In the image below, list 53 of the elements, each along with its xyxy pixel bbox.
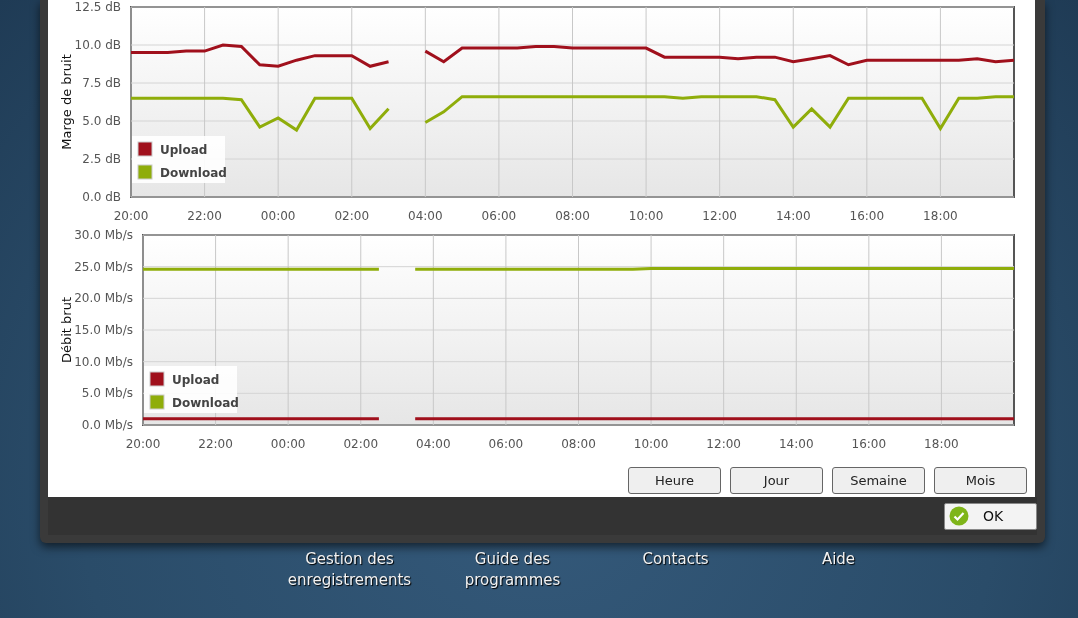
nav-link[interactable]: Contacts xyxy=(642,549,709,591)
axis-label: 25.0 Mb/s xyxy=(74,259,133,274)
axis-label: 30.0 Mb/s xyxy=(74,228,133,242)
axis-label: 12:00 xyxy=(706,437,741,451)
axis-title: Débit brut xyxy=(59,297,74,363)
axis-label: 10.0 dB xyxy=(74,38,121,52)
axis-label: 06:00 xyxy=(481,209,517,223)
axis-label: 14:00 xyxy=(778,437,814,451)
axis-label: 2.5 dB xyxy=(82,152,121,166)
checkmark-icon xyxy=(949,506,969,526)
axis-label: 02:00 xyxy=(343,437,379,451)
axis-label: 5.0 dB xyxy=(82,114,121,128)
nav-link[interactable]: Guide des programmes xyxy=(445,549,580,591)
range-button[interactable]: Mois xyxy=(934,467,1027,494)
axis-label: 0.0 Mb/s xyxy=(81,418,133,432)
ok-button[interactable]: OK xyxy=(944,502,1037,530)
range-button[interactable]: Semaine xyxy=(832,467,925,494)
axis-label: 22:00 xyxy=(187,209,222,223)
axis-label: 18:00 xyxy=(924,437,959,451)
axis-label: 10.0 Mb/s xyxy=(74,354,133,369)
nav-link[interactable]: Aide xyxy=(821,549,856,591)
axis-label: 7.5 dB xyxy=(82,76,121,90)
legend-label: Upload xyxy=(172,373,220,387)
axis-label: 16:00 xyxy=(851,437,887,451)
axis-label: 06:00 xyxy=(488,437,524,451)
axis-label: 12.5 dB xyxy=(74,0,121,14)
axis-label: 08:00 xyxy=(555,209,590,223)
axis-label: 10:00 xyxy=(628,209,664,223)
axis-label: 5.0 Mb/s xyxy=(81,386,133,401)
range-button[interactable]: Jour xyxy=(730,467,823,494)
range-button[interactable]: Heure xyxy=(628,467,721,494)
nav-link[interactable]: Gestion des enregistrements xyxy=(282,549,417,591)
axis-label: 12:00 xyxy=(702,209,737,223)
legend-label: Download xyxy=(160,166,227,180)
axis-label: 14:00 xyxy=(775,209,811,223)
legend-label: Upload xyxy=(160,143,208,157)
axis-label: 20:00 xyxy=(125,437,161,451)
axis-label: 08:00 xyxy=(561,437,596,451)
axis-label: 18:00 xyxy=(923,209,958,223)
axis-label: 20.0 Mb/s xyxy=(74,291,133,306)
axis-label: 20:00 xyxy=(113,209,149,223)
axis-label: 22:00 xyxy=(198,437,233,451)
axis-label: 16:00 xyxy=(849,209,885,223)
axis-label: 00:00 xyxy=(260,209,296,223)
axis-title: Marge de bruit xyxy=(59,54,74,150)
legend-label: Download xyxy=(172,396,239,410)
axis-label: 04:00 xyxy=(416,437,451,451)
axis-label: 00:00 xyxy=(270,437,306,451)
axis-label: 15.0 Mb/s xyxy=(74,323,133,337)
axis-label: 02:00 xyxy=(334,209,370,223)
axis-label: 04:00 xyxy=(408,209,443,223)
axis-label: 10:00 xyxy=(633,437,669,451)
axis-label: 0.0 dB xyxy=(82,190,121,204)
